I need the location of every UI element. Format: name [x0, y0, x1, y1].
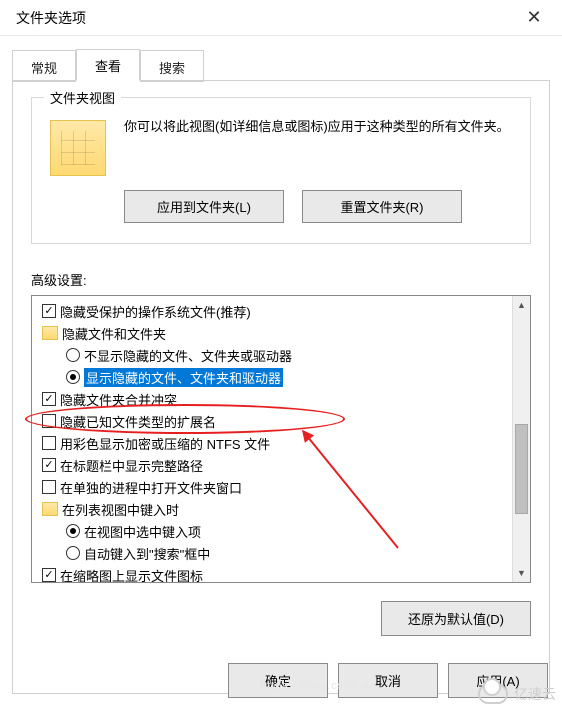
list-item-label: 用彩色显示加密或压缩的 NTFS 文件	[60, 434, 270, 453]
folder-large-icon	[50, 120, 106, 176]
tab-view[interactable]: 查看	[76, 49, 140, 81]
radio-icon[interactable]	[66, 370, 80, 384]
list-item-label: 在列表视图中键入时	[62, 500, 179, 519]
list-item[interactable]: ✓ 在标题栏中显示完整路径	[38, 454, 506, 476]
list-item[interactable]: 隐藏文件和文件夹	[38, 322, 506, 344]
checkbox-icon[interactable]	[42, 436, 56, 450]
list-item-label: 自动键入到"搜索"框中	[84, 544, 210, 563]
faint-watermark-text: https://Blog.csdn.ne	[260, 680, 377, 692]
radio-icon[interactable]	[66, 524, 80, 538]
tab-general[interactable]: 常规	[12, 50, 76, 82]
group-legend: 文件夹视图	[44, 88, 121, 107]
list-item-label: 在单独的进程中打开文件夹窗口	[60, 478, 242, 497]
checkbox-icon[interactable]: ✓	[42, 304, 56, 318]
tab-strip: 常规 查看 搜索	[0, 36, 562, 80]
advanced-settings-list[interactable]: ✓ 隐藏受保护的操作系统文件(推荐) 隐藏文件和文件夹不显示隐藏的文件、文件夹或驱动…	[31, 295, 531, 583]
checkbox-icon[interactable]: ✓	[42, 392, 56, 406]
list-item[interactable]: ✓ 隐藏文件夹合并冲突	[38, 388, 506, 410]
list-item-label: 不显示隐藏的文件、文件夹或驱动器	[84, 346, 292, 365]
list-item[interactable]: 不显示隐藏的文件、文件夹或驱动器	[38, 344, 506, 366]
list-item-label: 在视图中选中键入项	[84, 522, 201, 541]
radio-icon[interactable]	[66, 546, 80, 560]
close-button[interactable]: ✕	[514, 3, 554, 33]
checkbox-icon[interactable]	[42, 414, 56, 428]
watermark-text: 亿速云	[514, 684, 556, 704]
scroll-track[interactable]	[513, 314, 530, 564]
watermark: 亿速云	[478, 684, 556, 704]
checkbox-icon[interactable]	[42, 480, 56, 494]
list-item-label: 在缩略图上显示文件图标	[60, 566, 203, 583]
list-item[interactable]: ✓ 隐藏受保护的操作系统文件(推荐)	[38, 300, 506, 322]
close-icon: ✕	[526, 7, 541, 28]
advanced-label: 高级设置:	[31, 270, 531, 289]
list-item-label: 隐藏受保护的操作系统文件(推荐)	[60, 302, 251, 321]
radio-icon[interactable]	[66, 348, 80, 362]
folder-icon	[42, 502, 58, 516]
list-item-label: 隐藏已知文件类型的扩展名	[60, 412, 216, 431]
title-bar: 文件夹选项 ✕	[0, 0, 562, 36]
list-item[interactable]: ✓ 在缩略图上显示文件图标	[38, 564, 506, 582]
scroll-thumb[interactable]	[515, 424, 528, 514]
list-item[interactable]: 在列表视图中键入时	[38, 498, 506, 520]
list-item-label: 隐藏文件和文件夹	[62, 324, 166, 343]
list-item[interactable]: 显示隐藏的文件、文件夹和驱动器	[38, 366, 506, 388]
scroll-up-button[interactable]: ▲	[513, 296, 530, 314]
scrollbar[interactable]: ▲ ▼	[512, 296, 530, 582]
list-item[interactable]: 隐藏已知文件类型的扩展名	[38, 410, 506, 432]
apply-to-folders-button[interactable]: 应用到文件夹(L)	[124, 190, 284, 223]
restore-defaults-button[interactable]: 还原为默认值(D)	[381, 601, 531, 636]
folder-view-group: 文件夹视图 你可以将此视图(如详细信息或图标)应用于这种类型的所有文件夹。 应用…	[31, 97, 531, 244]
cloud-icon	[478, 684, 508, 704]
tab-panel-view: 文件夹视图 你可以将此视图(如详细信息或图标)应用于这种类型的所有文件夹。 应用…	[12, 80, 550, 694]
list-item-label: 在标题栏中显示完整路径	[60, 456, 203, 475]
tab-search[interactable]: 搜索	[140, 50, 204, 82]
list-item-label: 隐藏文件夹合并冲突	[60, 390, 177, 409]
folder-icon	[42, 326, 58, 340]
list-item[interactable]: 自动键入到"搜索"框中	[38, 542, 506, 564]
list-item[interactable]: 在视图中选中键入项	[38, 520, 506, 542]
list-item-label: 显示隐藏的文件、文件夹和驱动器	[84, 368, 283, 387]
list-item[interactable]: 在单独的进程中打开文件夹窗口	[38, 476, 506, 498]
group-description: 你可以将此视图(如详细信息或图标)应用于这种类型的所有文件夹。	[124, 116, 512, 138]
checkbox-icon[interactable]: ✓	[42, 568, 56, 582]
reset-folders-button[interactable]: 重置文件夹(R)	[302, 190, 462, 223]
list-item[interactable]: 用彩色显示加密或压缩的 NTFS 文件	[38, 432, 506, 454]
checkbox-icon[interactable]: ✓	[42, 458, 56, 472]
scroll-down-button[interactable]: ▼	[513, 564, 530, 582]
window-title: 文件夹选项	[16, 8, 514, 28]
